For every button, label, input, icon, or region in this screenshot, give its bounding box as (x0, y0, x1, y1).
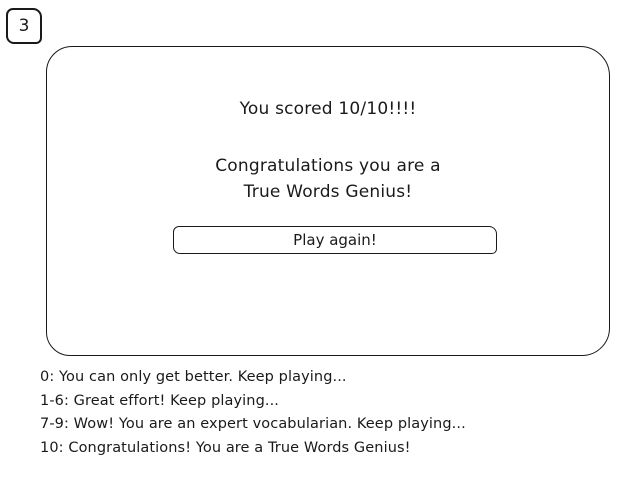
congratulations-message: Congratulations you are a True Words Gen… (47, 153, 609, 205)
score-legend: 0: You can only get better. Keep playing… (40, 366, 610, 460)
score-text: You scored 10/10!!!! (239, 99, 417, 119)
message-line-2: True Words Genius! (243, 182, 413, 202)
legend-item: 10: Congratulations! You are a True Word… (40, 439, 411, 456)
play-again-button[interactable]: Play again! (173, 226, 497, 254)
message-line-1: Congratulations you are a (215, 156, 441, 176)
legend-item: 0: You can only get better. Keep playing… (40, 369, 347, 385)
legend-item: 1-6: Great effort! Keep playing... (40, 392, 280, 409)
result-card: You scored 10/10!!!! Congratulations you… (46, 46, 610, 356)
step-number-badge: 3 (6, 8, 42, 44)
step-number: 3 (18, 16, 30, 36)
legend-item: 7-9: Wow! You are an expert vocabularian… (40, 416, 466, 432)
